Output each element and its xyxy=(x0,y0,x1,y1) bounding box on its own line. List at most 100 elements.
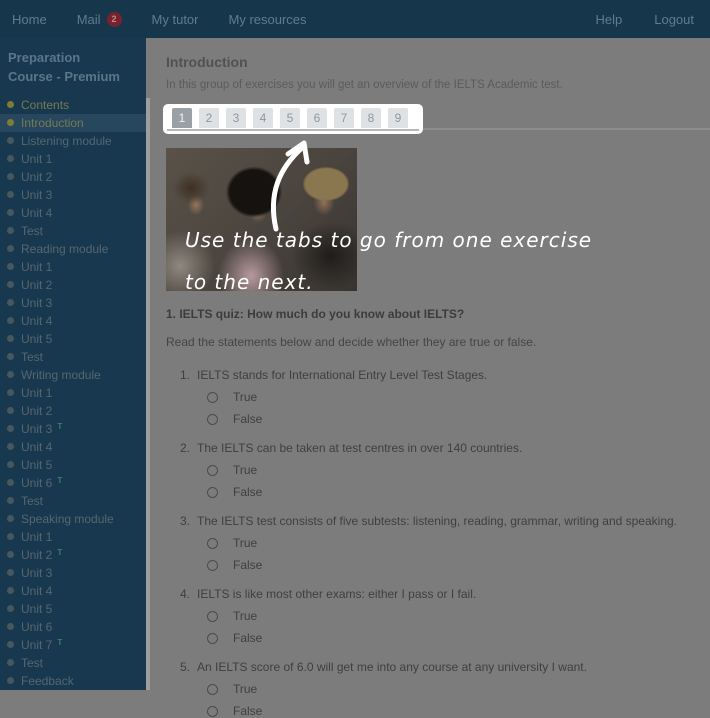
sidebar-item[interactable]: Unit 6 xyxy=(0,618,146,636)
main-content: Introduction In this group of exercises … xyxy=(146,38,710,690)
bullet-icon xyxy=(7,227,14,234)
quiz-questions: 1. IELTS stands for International Entry … xyxy=(166,368,690,718)
sidebar-item[interactable]: Test xyxy=(0,222,146,240)
quiz-instructions: Read the statements below and decide whe… xyxy=(166,335,690,349)
sidebar-item-label: Reading module xyxy=(21,242,108,256)
question-number: 5. xyxy=(180,660,197,674)
radio-true[interactable] xyxy=(207,611,218,622)
sidebar-item[interactable]: Writing module xyxy=(0,366,146,384)
radio-true[interactable] xyxy=(207,465,218,476)
sidebar-item-label: Test xyxy=(21,224,43,238)
sidebar-item[interactable]: Unit 3 xyxy=(0,186,146,204)
sidebar-item-label: Introduction xyxy=(21,116,84,130)
exercise-tab[interactable]: 6 xyxy=(307,108,327,128)
sidebar-item-label: Writing module xyxy=(21,368,101,382)
option-false-label: False xyxy=(233,485,262,499)
bullet-icon xyxy=(7,551,14,558)
sidebar-item[interactable]: Unit 5 xyxy=(0,600,146,618)
option-true-label: True xyxy=(233,463,257,477)
nav-my-tutor[interactable]: My tutor xyxy=(152,12,199,27)
sidebar-item[interactable]: Listening module xyxy=(0,132,146,150)
exercise-tab[interactable]: 2 xyxy=(199,108,219,128)
annotation-line1: Use the tabs to go from one exercise xyxy=(185,228,592,252)
nav-mail[interactable]: Mail 2 xyxy=(77,12,122,27)
sidebar-item[interactable]: Unit 4 xyxy=(0,204,146,222)
radio-true[interactable] xyxy=(207,684,218,695)
sidebar-item[interactable]: Introduction xyxy=(0,114,146,132)
sidebar-item[interactable]: Test xyxy=(0,654,146,672)
quiz-question: 4. IELTS is like most other exams: eithe… xyxy=(166,587,690,645)
exercise-tab[interactable]: 5 xyxy=(280,108,300,128)
radio-false[interactable] xyxy=(207,706,218,717)
bullet-icon xyxy=(7,137,14,144)
bullet-icon xyxy=(7,479,14,486)
option-true-row: True xyxy=(207,463,690,477)
sidebar-item[interactable]: Unit 2 xyxy=(0,168,146,186)
nav-my-resources[interactable]: My resources xyxy=(229,12,307,27)
sidebar-item-label: Unit 6 xyxy=(21,476,52,490)
option-true-label: True xyxy=(233,609,257,623)
quiz-title: 1. IELTS quiz: How much do you know abou… xyxy=(166,307,690,321)
sidebar-item[interactable]: Unit 7 T xyxy=(0,636,146,654)
nav-home[interactable]: Home xyxy=(12,12,47,27)
radio-false[interactable] xyxy=(207,487,218,498)
sidebar-item[interactable]: Unit 3 xyxy=(0,564,146,582)
sidebar-item[interactable]: Unit 5 xyxy=(0,456,146,474)
option-false-label: False xyxy=(233,558,262,572)
radio-false[interactable] xyxy=(207,633,218,644)
quiz-question: 1. IELTS stands for International Entry … xyxy=(166,368,690,426)
sidebar-item[interactable]: Unit 1 xyxy=(0,258,146,276)
exercise-tab[interactable]: 1 xyxy=(172,108,192,128)
exercise-tab[interactable]: 7 xyxy=(334,108,354,128)
sidebar-item[interactable]: Unit 2 xyxy=(0,276,146,294)
sidebar-item-label: Feedback xyxy=(21,674,74,688)
sidebar-item[interactable]: Unit 2 T xyxy=(0,546,146,564)
bullet-icon xyxy=(7,173,14,180)
sidebar-item[interactable]: Test xyxy=(0,348,146,366)
sidebar-item[interactable]: Reading module xyxy=(0,240,146,258)
bullet-icon xyxy=(7,497,14,504)
sidebar-item-label: Unit 4 xyxy=(21,206,52,220)
option-false-row: False xyxy=(207,631,690,645)
sidebar-item[interactable]: Unit 1 xyxy=(0,384,146,402)
sidebar-item[interactable]: Unit 1 xyxy=(0,150,146,168)
sidebar-item[interactable]: Unit 6 T xyxy=(0,474,146,492)
radio-false[interactable] xyxy=(207,414,218,425)
exercise-tab[interactable]: 3 xyxy=(226,108,246,128)
radio-true[interactable] xyxy=(207,538,218,549)
sidebar-item-label: Unit 7 xyxy=(21,638,52,652)
option-false-row: False xyxy=(207,704,690,718)
option-false-row: False xyxy=(207,558,690,572)
bullet-icon xyxy=(7,119,14,126)
sidebar-item[interactable]: Unit 3 xyxy=(0,294,146,312)
sidebar-item[interactable]: Unit 2 xyxy=(0,402,146,420)
question-text: IELTS is like most other exams: either I… xyxy=(197,587,476,601)
sidebar-item[interactable]: Unit 1 xyxy=(0,528,146,546)
radio-true[interactable] xyxy=(207,392,218,403)
sidebar-item[interactable]: Test xyxy=(0,492,146,510)
sidebar-item[interactable]: Speaking module xyxy=(0,510,146,528)
annotation-line2: to the next. xyxy=(185,270,314,294)
sidebar-item[interactable]: Unit 3 T xyxy=(0,420,146,438)
nav-help[interactable]: Help xyxy=(595,12,622,27)
bullet-icon xyxy=(7,299,14,306)
sidebar-item[interactable]: Unit 5 xyxy=(0,330,146,348)
bullet-icon xyxy=(7,443,14,450)
test-marker-icon: T xyxy=(57,638,62,647)
bullet-icon xyxy=(7,641,14,648)
sidebar-item[interactable]: Unit 4 xyxy=(0,438,146,456)
exercise-tab[interactable]: 4 xyxy=(253,108,273,128)
nav-logout[interactable]: Logout xyxy=(654,12,694,27)
sidebar-item[interactable]: Feedback xyxy=(0,672,146,690)
radio-false[interactable] xyxy=(207,560,218,571)
sidebar-item[interactable]: Unit 4 xyxy=(0,312,146,330)
sidebar-item[interactable]: Unit 4 xyxy=(0,582,146,600)
quiz-question: 3. The IELTS test consists of five subte… xyxy=(166,514,690,572)
sidebar-item-label: Unit 1 xyxy=(21,260,52,274)
sidebar-item[interactable]: Contents xyxy=(0,96,146,114)
sidebar-item-label: Unit 2 xyxy=(21,278,52,292)
sidebar-item-label: Unit 2 xyxy=(21,548,52,562)
exercise-tab[interactable]: 9 xyxy=(388,108,408,128)
exercise-tab[interactable]: 8 xyxy=(361,108,381,128)
quiz-question: 2. The IELTS can be taken at test centre… xyxy=(166,441,690,499)
